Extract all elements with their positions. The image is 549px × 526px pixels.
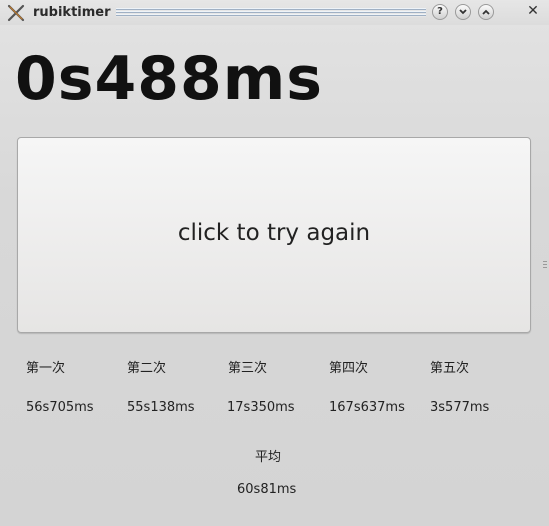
minimize-button[interactable]	[455, 4, 471, 20]
attempt-value-2: 55s138ms	[127, 400, 195, 415]
close-button[interactable]: ✕	[525, 3, 541, 19]
app-logo-icon	[7, 4, 25, 22]
attempt-value-3: 17s350ms	[227, 400, 295, 415]
attempt-label-5: 第五次	[430, 361, 470, 376]
chevron-down-icon	[459, 9, 467, 15]
attempt-label-2: 第二次	[127, 361, 167, 376]
average-value: 60s81ms	[237, 482, 297, 497]
attempt-value-5: 3s577ms	[430, 400, 490, 415]
attempt-label-1: 第一次	[26, 361, 66, 376]
try-again-label: click to try again	[177, 220, 371, 246]
maximize-button[interactable]	[478, 4, 494, 20]
attempt-value-4: 167s637ms	[329, 400, 405, 415]
attempt-value-1: 56s705ms	[26, 400, 94, 415]
help-button[interactable]: ?	[432, 4, 448, 20]
average-label: 平均	[255, 450, 282, 465]
timer-display: 0s488ms	[15, 44, 323, 114]
app-window: rubiktimer ? ✕ 0s488ms click to try agai…	[0, 0, 549, 526]
attempt-label-3: 第三次	[228, 361, 268, 376]
title-bar[interactable]: rubiktimer ? ✕	[0, 0, 549, 25]
window-title: rubiktimer	[33, 5, 111, 20]
resize-grip[interactable]	[543, 261, 547, 269]
attempt-label-4: 第四次	[329, 361, 369, 376]
try-again-button[interactable]: click to try again	[17, 137, 531, 333]
chevron-up-icon	[482, 9, 490, 15]
title-bar-decoration	[116, 8, 426, 17]
